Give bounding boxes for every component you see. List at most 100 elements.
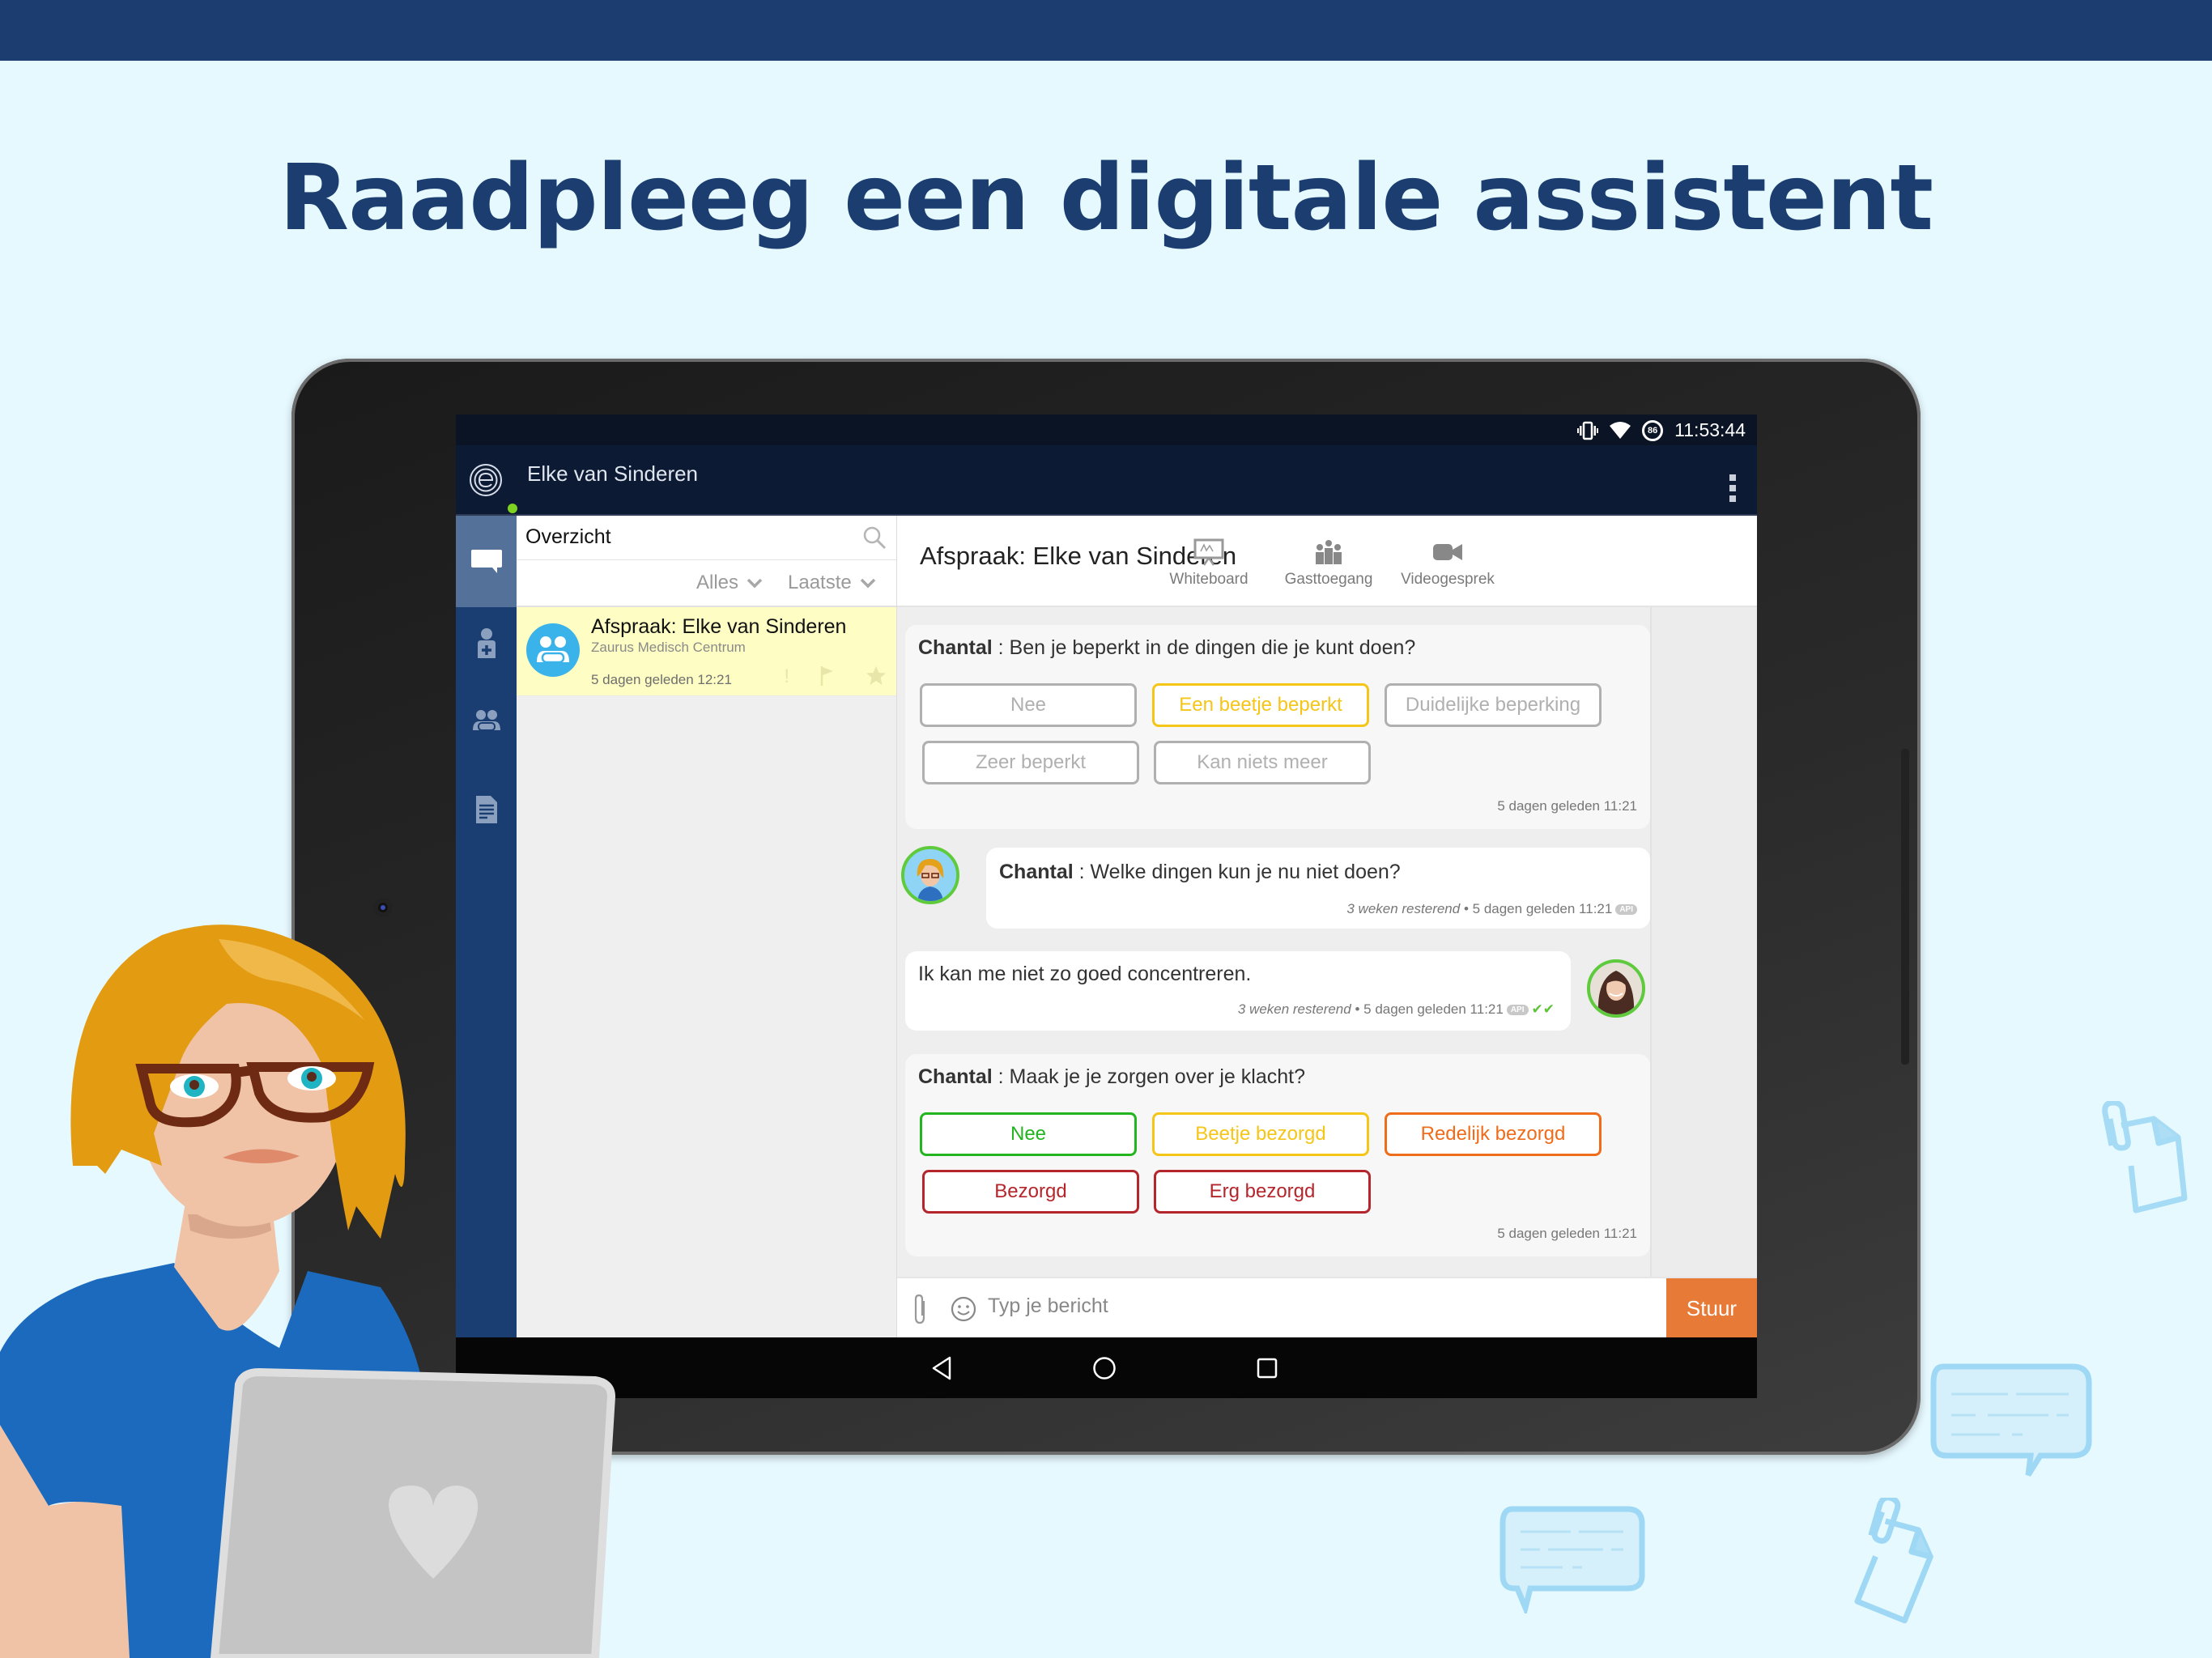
separator: : <box>1073 861 1091 883</box>
star-icon[interactable] <box>866 665 887 687</box>
option-button[interactable]: Een beetje beperkt <box>1152 683 1369 727</box>
sender-name: Chantal <box>999 861 1074 883</box>
vibrate-icon <box>1577 421 1599 440</box>
conversation-time: 5 dagen geleden 12:21 <box>591 672 732 687</box>
message-meta: 3 weken resterend • 5 dagen geleden 11:2… <box>1237 1001 1555 1017</box>
flag-icon[interactable] <box>820 665 835 687</box>
user-portrait-icon <box>1590 963 1642 1014</box>
assistant-character-illustration <box>0 925 616 1658</box>
group-icon <box>472 710 500 731</box>
more-vert-icon[interactable] <box>1729 474 1738 502</box>
search-icon[interactable] <box>862 525 887 550</box>
doctor-icon <box>477 628 496 658</box>
tablet-side-button <box>1901 749 1909 1065</box>
option-button[interactable]: Zeer beperkt <box>922 741 1139 784</box>
chat-bubble-icon <box>1499 1506 1645 1613</box>
home-button[interactable] <box>1088 1352 1121 1384</box>
user-avatar <box>1587 959 1645 1018</box>
participants-column <box>1650 607 1757 1337</box>
message-text: Maak je je zorgen over je klacht? <box>1009 1065 1305 1088</box>
back-icon <box>932 1356 951 1380</box>
message-meta: 3 weken resterend • 5 dagen geleden 11:2… <box>1346 901 1637 917</box>
page-headline: Raadpleeg een digitale assistent <box>279 146 1933 251</box>
sender-name: Chantal <box>918 1065 993 1088</box>
message-timestamp: 5 dagen geleden 11:21 <box>1497 798 1637 814</box>
e-logo-icon[interactable] <box>469 463 503 497</box>
paperclip-document-icon <box>2102 1101 2188 1214</box>
battery-saver-icon: 86 <box>1642 419 1664 441</box>
filter-row: Alles Laatste <box>517 560 896 607</box>
tool-label: Whiteboard <box>1169 571 1249 588</box>
video-call-button[interactable]: Videogesprek <box>1395 538 1500 589</box>
option-button[interactable]: Erg bezorgd <box>1154 1170 1371 1214</box>
option-button[interactable]: Redelijk bezorgd <box>1385 1112 1602 1156</box>
chat-panel: Afspraak: Elke van Sinderen Whiteboard G… <box>897 516 1757 1337</box>
option-label: Duidelijke beperking <box>1405 694 1581 716</box>
group-icon <box>537 636 569 664</box>
remaining-time: 3 weken resterend <box>1237 1001 1351 1017</box>
video-call-icon <box>1433 544 1462 560</box>
tool-label: Gasttoegang <box>1284 571 1373 588</box>
send-button[interactable]: Stuur <box>1666 1278 1757 1339</box>
rail-item-chat[interactable] <box>456 516 517 607</box>
question-message: Chantal : Ben je beperkt in de dingen di… <box>905 625 1650 829</box>
option-label: Beetje bezorgd <box>1195 1123 1326 1145</box>
rail-item-documents[interactable] <box>456 761 517 858</box>
chat-header: Afspraak: Elke van Sinderen Whiteboard G… <box>897 516 1757 607</box>
api-badge: API <box>1506 1005 1529 1016</box>
option-label: Kan niets meer <box>1197 751 1328 773</box>
group-avatar <box>526 623 580 677</box>
app-bar: Elke van Sinderen <box>456 445 1757 516</box>
assistant-avatar <box>901 846 959 904</box>
sort-label: Laatste <box>788 572 852 593</box>
back-button[interactable] <box>925 1352 958 1384</box>
tablet-screen: 86 11:53:44 Elke van Sinderen Overzicht <box>456 414 1757 1398</box>
paperclip-icon[interactable] <box>912 1293 928 1325</box>
chat-bubble-icon <box>1930 1363 2092 1477</box>
list-header: Overzicht <box>517 516 896 560</box>
current-user-name: Elke van Sinderen <box>527 461 699 486</box>
sender-name: Chantal <box>918 636 993 659</box>
whiteboard-button[interactable]: Whiteboard <box>1156 538 1261 589</box>
question-message: Chantal : Maak je je zorgen over je klac… <box>905 1054 1650 1256</box>
recents-icon <box>1257 1358 1278 1379</box>
conversation-list-item[interactable]: Afspraak: Elke van Sinderen Zaurus Medis… <box>517 607 896 696</box>
option-button[interactable]: Nee <box>920 1112 1137 1156</box>
document-icon <box>475 796 497 823</box>
priority-icon[interactable]: ! <box>784 665 789 688</box>
message-text: Ben je beperkt in de dingen die je kunt … <box>1009 636 1416 659</box>
filter-all-dropdown[interactable]: Alles <box>696 572 763 594</box>
top-banner <box>0 0 2212 61</box>
conversation-subtitle: Zaurus Medisch Centrum <box>591 640 746 655</box>
guest-access-icon <box>1316 540 1342 564</box>
option-button[interactable]: Beetje bezorgd <box>1152 1112 1369 1156</box>
option-label: Bezorgd <box>994 1180 1067 1202</box>
guest-access-button[interactable]: Gasttoegang <box>1276 538 1381 589</box>
status-bar: 86 11:53:44 <box>456 414 1757 445</box>
filter-label: Alles <box>696 572 739 593</box>
rail-item-group[interactable] <box>456 680 517 761</box>
option-button[interactable]: Kan niets meer <box>1154 741 1371 784</box>
chevron-down-icon <box>747 578 763 589</box>
message-input[interactable] <box>988 1295 1555 1318</box>
message-text: Welke dingen kun je nu niet doen? <box>1090 861 1401 883</box>
incoming-message: Chantal : Welke dingen kun je nu niet do… <box>986 848 1650 929</box>
clock: 11:53:44 <box>1674 419 1746 440</box>
separator: : <box>992 636 1010 659</box>
option-label: Zeer beperkt <box>975 751 1087 773</box>
rail-item-doctor[interactable] <box>456 607 517 680</box>
assistant-portrait-icon <box>904 849 956 901</box>
separator: : <box>992 1065 1010 1088</box>
option-button[interactable]: Duidelijke beperking <box>1385 683 1602 727</box>
option-label: Erg bezorgd <box>1209 1180 1316 1202</box>
option-button[interactable]: Bezorgd <box>922 1170 1139 1214</box>
online-status-dot <box>508 504 517 513</box>
message-composer: Stuur <box>897 1277 1757 1339</box>
recents-button[interactable] <box>1251 1352 1283 1384</box>
option-button[interactable]: Nee <box>920 683 1137 727</box>
option-label: Een beetje beperkt <box>1179 694 1342 716</box>
sort-latest-dropdown[interactable]: Laatste <box>788 572 876 594</box>
emoji-icon[interactable] <box>951 1296 976 1322</box>
message-text: Ik kan me niet zo goed concentreren. <box>918 963 1252 985</box>
option-label: Redelijk bezorgd <box>1420 1123 1566 1145</box>
